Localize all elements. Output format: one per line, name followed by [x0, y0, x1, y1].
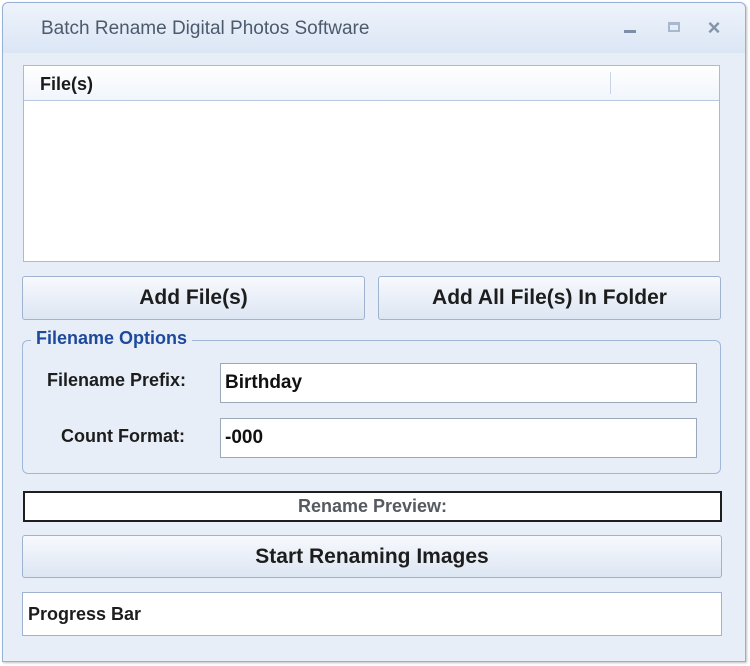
file-list[interactable]: File(s): [23, 65, 720, 262]
count-format-input[interactable]: [220, 418, 697, 458]
filename-prefix-input[interactable]: [220, 363, 697, 403]
filename-prefix-label: Filename Prefix:: [47, 370, 187, 390]
rename-preview: Rename Preview:: [23, 491, 722, 522]
close-icon[interactable]: ×: [701, 15, 727, 41]
add-files-button[interactable]: Add File(s): [22, 276, 365, 320]
window-title: Batch Rename Digital Photos Software: [41, 18, 370, 39]
add-folder-button[interactable]: Add All File(s) In Folder: [378, 276, 721, 320]
count-format-label: Count Format:: [61, 426, 185, 446]
progress-label: Progress Bar: [28, 604, 142, 624]
column-header-files[interactable]: File(s): [40, 74, 93, 95]
group-legend: Filename Options: [31, 328, 193, 349]
column-divider[interactable]: [610, 72, 611, 94]
maximize-icon[interactable]: [661, 15, 687, 41]
start-renaming-button[interactable]: Start Renaming Images: [22, 535, 722, 578]
file-list-header: File(s): [24, 66, 719, 101]
filename-options-group: Filename Options Filename Prefix: Count …: [22, 328, 721, 474]
minimize-icon[interactable]: [617, 15, 643, 41]
progress-bar: Progress Bar: [22, 592, 722, 636]
title-bar[interactable]: Batch Rename Digital Photos Software ×: [3, 3, 745, 53]
app-window: Batch Rename Digital Photos Software × F…: [2, 2, 746, 662]
